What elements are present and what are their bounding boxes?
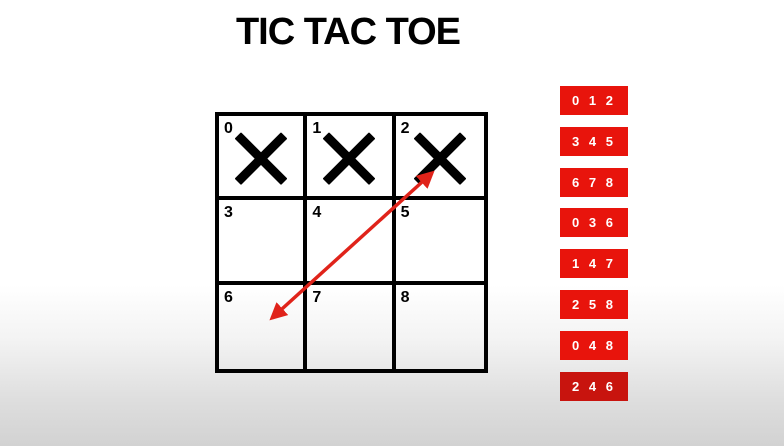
board-cell-6[interactable]: 6 <box>219 284 308 369</box>
x-mark-icon <box>413 132 466 185</box>
cell-index-label: 6 <box>224 288 233 306</box>
board-cell-0[interactable]: 0 <box>219 116 308 201</box>
x-mark-icon <box>235 132 288 185</box>
board-cell-2[interactable]: 2 <box>395 116 484 201</box>
win-combinations-list: 0 1 2 3 4 5 6 7 8 0 3 6 1 4 7 2 5 8 0 4 … <box>560 86 628 412</box>
win-combo-item-active: 2 4 6 <box>560 371 628 401</box>
cell-index-label: 8 <box>400 288 410 306</box>
win-combo-item: 1 4 7 <box>560 249 628 279</box>
page-title: TIC TAC TOE <box>235 11 461 53</box>
cell-index-label: 4 <box>312 204 322 222</box>
x-mark-icon <box>323 132 376 185</box>
board-cell-4[interactable]: 4 <box>307 200 396 285</box>
win-combo-item: 0 4 8 <box>560 330 628 360</box>
win-combo-item: 6 7 8 <box>560 167 628 197</box>
board-cell-1[interactable]: 1 <box>307 116 396 201</box>
cell-index-label: 5 <box>400 204 410 222</box>
win-combo-item: 3 4 5 <box>560 126 628 156</box>
cell-index-label: 0 <box>224 120 233 137</box>
board-cell-3[interactable]: 3 <box>219 200 308 285</box>
cell-index-label: 1 <box>312 120 322 137</box>
board-cell-5[interactable]: 5 <box>395 200 484 285</box>
win-combo-item: 2 5 8 <box>560 289 628 319</box>
board-cell-8[interactable]: 8 <box>396 285 484 369</box>
board-cell-7[interactable]: 7 <box>307 284 396 369</box>
cell-index-label: 3 <box>224 204 233 222</box>
cell-index-label: 2 <box>400 120 410 137</box>
win-combo-item: 0 3 6 <box>560 208 628 238</box>
game-board: 0 1 2 3 4 5 6 7 8 <box>215 112 488 373</box>
cell-index-label: 7 <box>312 288 322 306</box>
win-combo-item: 0 1 2 <box>560 86 628 115</box>
